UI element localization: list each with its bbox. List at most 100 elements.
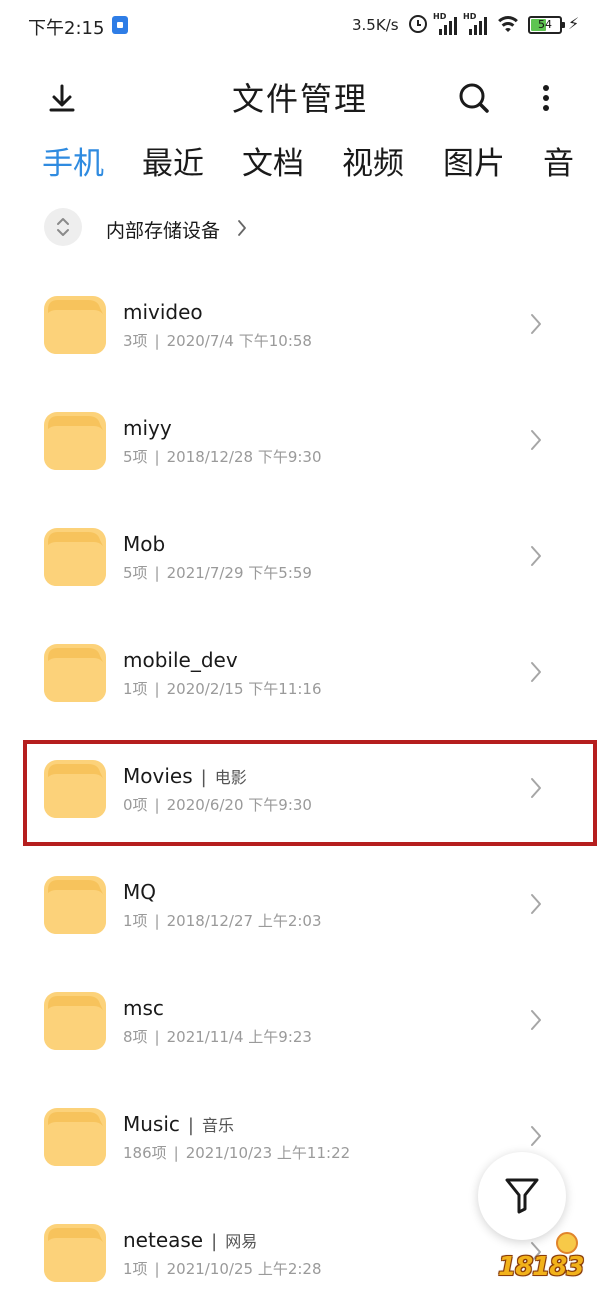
file-row[interactable]: miyy 5项 | 2018/12/28 下午9:30: [0, 374, 600, 490]
modified-date: 2020/2/15 下午11:16: [166, 680, 322, 698]
chevron-right-icon: [531, 662, 541, 682]
file-name-line: miyy: [123, 416, 172, 440]
file-name-line: MQ: [123, 880, 156, 904]
file-alias: 音乐: [201, 1116, 234, 1135]
file-row[interactable]: msc 8项 | 2021/11/4 上午9:23: [0, 954, 600, 1070]
tab-music[interactable]: 音: [543, 138, 574, 183]
network-speed: 3.5K/s: [352, 16, 399, 34]
watermark-sun-icon: [556, 1232, 578, 1254]
item-count: 8项: [123, 1028, 148, 1046]
file-name-line: msc: [123, 996, 164, 1020]
file-meta: 1项 | 2021/10/25 上午2:28: [123, 1258, 322, 1279]
filter-button[interactable]: [478, 1152, 566, 1240]
file-meta: 1项 | 2020/2/15 下午11:16: [123, 678, 322, 699]
separator: |: [154, 448, 160, 466]
modified-date: 2018/12/27 上午2:03: [166, 912, 322, 930]
chevron-right-icon: [531, 1126, 541, 1146]
file-name-line: mobile_dev: [123, 648, 238, 672]
separator: |: [154, 796, 160, 814]
more-vertical-icon: [543, 85, 549, 111]
battery-icon: 54: [528, 16, 565, 34]
separator: |: [154, 912, 160, 930]
tab-videos[interactable]: 视频: [342, 138, 404, 183]
file-name: Movies: [123, 764, 193, 788]
tab-recent[interactable]: 最近: [142, 138, 204, 183]
file-name: miyy: [123, 416, 172, 440]
more-options-button[interactable]: [524, 76, 568, 120]
file-row[interactable]: mobile_dev 1项 | 2020/2/15 下午11:16: [0, 606, 600, 722]
file-name: MQ: [123, 880, 156, 904]
file-name-line: netease | 网易: [123, 1228, 257, 1252]
separator: |: [200, 767, 207, 788]
wifi-icon: [494, 14, 522, 36]
file-list: mivideo 3项 | 2020/7/4 下午10:58 miyy 5项 | 2018/12…: [0, 258, 600, 1300]
category-tabs: 手机 最近 文档 视频 图片 音: [0, 138, 600, 194]
file-name: msc: [123, 996, 164, 1020]
download-button[interactable]: [40, 76, 84, 120]
storage-toggle-button[interactable]: [44, 208, 82, 246]
folder-icon: [44, 1108, 106, 1166]
separator: |: [154, 1260, 160, 1278]
file-name: mivideo: [123, 300, 203, 324]
item-count: 5项: [123, 448, 148, 466]
item-count: 0项: [123, 796, 148, 814]
filter-icon: [505, 1178, 539, 1214]
separator: |: [211, 1231, 218, 1252]
file-alias: 电影: [214, 768, 247, 787]
folder-icon: [44, 1224, 106, 1282]
signal-hd-icon: HD: [463, 12, 489, 35]
expand-collapse-icon: [57, 218, 69, 236]
search-icon: [459, 83, 489, 113]
folder-icon: [44, 876, 106, 934]
charging-icon: ⚡: [568, 14, 580, 33]
modified-date: 2021/10/23 上午11:22: [185, 1144, 351, 1162]
file-meta: 5项 | 2021/7/29 下午5:59: [123, 562, 312, 583]
file-row[interactable]: Mob 5项 | 2021/7/29 下午5:59: [0, 490, 600, 606]
file-row[interactable]: Movies | 电影 0项 | 2020/6/20 下午9:30: [0, 722, 600, 838]
separator: |: [173, 1144, 179, 1162]
separator: |: [154, 1028, 160, 1046]
search-button[interactable]: [452, 76, 496, 120]
download-icon: [49, 84, 75, 112]
file-name-line: mivideo: [123, 300, 203, 324]
breadcrumb: 内部存储设备: [44, 208, 444, 248]
tab-documents[interactable]: 文档: [242, 138, 304, 183]
file-name-line: Movies | 电影: [123, 764, 247, 788]
chevron-right-icon: [531, 894, 541, 914]
separator: |: [154, 680, 160, 698]
separator: |: [187, 1115, 194, 1136]
modified-date: 2021/11/4 上午9:23: [166, 1028, 312, 1046]
separator: |: [154, 332, 160, 350]
chevron-right-icon: [238, 220, 246, 236]
tab-pictures[interactable]: 图片: [443, 138, 505, 183]
file-name: netease: [123, 1228, 204, 1252]
file-row[interactable]: MQ 1项 | 2018/12/27 上午2:03: [0, 838, 600, 954]
modified-date: 2020/7/4 下午10:58: [166, 332, 312, 350]
chevron-right-icon: [531, 430, 541, 450]
folder-icon: [44, 760, 106, 818]
file-name-line: Music | 音乐: [123, 1112, 234, 1136]
folder-icon: [44, 528, 106, 586]
item-count: 1项: [123, 1260, 148, 1278]
chevron-right-icon: [531, 778, 541, 798]
watermark-logo: 18183: [492, 1232, 596, 1292]
watermark-text: 18183: [498, 1252, 584, 1282]
folder-icon: [44, 992, 106, 1050]
file-name-line: Mob: [123, 532, 165, 556]
app-bar: 文件管理: [0, 60, 600, 136]
file-meta: 3项 | 2020/7/4 下午10:58: [123, 330, 312, 351]
breadcrumb-storage-link[interactable]: 内部存储设备: [106, 216, 220, 243]
file-meta: 0项 | 2020/6/20 下午9:30: [123, 794, 312, 815]
file-name: Mob: [123, 532, 166, 556]
modified-date: 2021/10/25 上午2:28: [166, 1260, 322, 1278]
file-meta: 186项 | 2021/10/23 上午11:22: [123, 1142, 350, 1163]
chevron-right-icon: [531, 314, 541, 334]
item-count: 5项: [123, 564, 148, 582]
file-row[interactable]: mivideo 3项 | 2020/7/4 下午10:58: [0, 258, 600, 374]
folder-icon: [44, 296, 106, 354]
tab-phone[interactable]: 手机: [42, 138, 104, 183]
file-name: mobile_dev: [123, 648, 238, 672]
chevron-right-icon: [531, 1010, 541, 1030]
folder-icon: [44, 412, 106, 470]
status-time: 下午2:15: [28, 18, 105, 39]
